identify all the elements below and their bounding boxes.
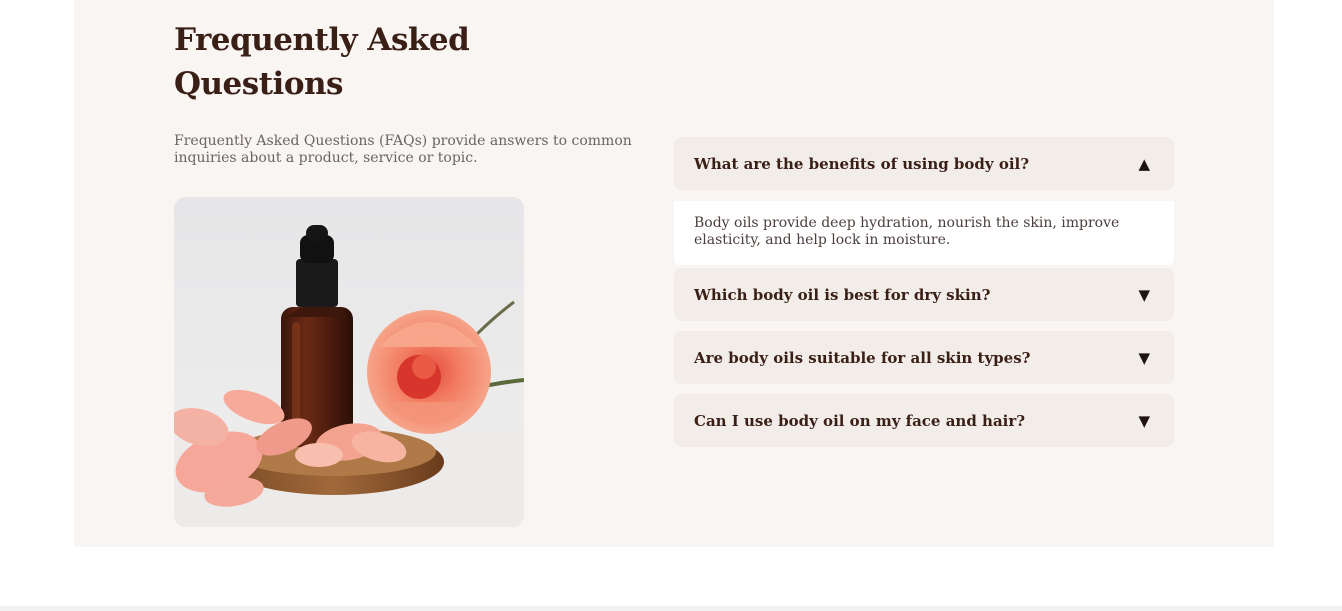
chevron-up-icon: ▲ xyxy=(1138,154,1150,173)
faq-item: Can I use body oil on my face and hair? … xyxy=(674,394,1174,447)
faq-question-text: Can I use body oil on my face and hair? xyxy=(694,411,1026,430)
faq-question-text: Are body oils suitable for all skin type… xyxy=(694,348,1031,367)
faq-item: What are the benefits of using body oil?… xyxy=(674,137,1174,265)
faq-question-toggle[interactable]: What are the benefits of using body oil?… xyxy=(674,137,1174,190)
chevron-down-icon: ▼ xyxy=(1138,411,1150,430)
faq-item: Are body oils suitable for all skin type… xyxy=(674,331,1174,384)
faq-accordion: What are the benefits of using body oil?… xyxy=(674,137,1174,457)
footer-divider xyxy=(0,606,1342,611)
faq-section: Frequently Asked Questions Frequently As… xyxy=(74,0,1274,547)
chevron-down-icon: ▼ xyxy=(1138,348,1150,367)
faq-description: Frequently Asked Questions (FAQs) provid… xyxy=(174,133,632,166)
faq-question-toggle[interactable]: Which body oil is best for dry skin? ▼ xyxy=(674,268,1174,321)
faq-question-text: What are the benefits of using body oil? xyxy=(694,154,1030,173)
faq-question-toggle[interactable]: Are body oils suitable for all skin type… xyxy=(674,331,1174,384)
faq-title: Frequently Asked Questions xyxy=(174,22,470,102)
faq-question-text: Which body oil is best for dry skin? xyxy=(694,285,991,304)
chevron-down-icon: ▼ xyxy=(1138,285,1150,304)
faq-answer: Body oils provide deep hydration, nouris… xyxy=(674,201,1174,265)
faq-question-toggle[interactable]: Can I use body oil on my face and hair? … xyxy=(674,394,1174,447)
body-oil-image xyxy=(174,197,524,527)
faq-item: Which body oil is best for dry skin? ▼ xyxy=(674,268,1174,321)
